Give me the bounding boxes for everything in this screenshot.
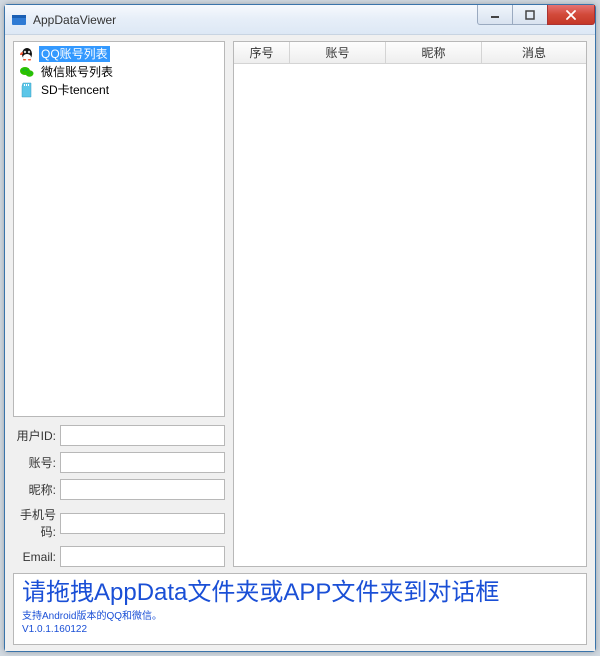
phone-input[interactable] — [60, 513, 225, 534]
titlebar[interactable]: AppDataViewer — [5, 5, 595, 35]
list-header: 序号 账号 昵称 消息 — [234, 42, 586, 64]
field-row-account: 账号: — [13, 452, 225, 473]
drop-instruction: 请拖拽AppData文件夹或APP文件夹到对话框 — [22, 576, 578, 610]
nickname-input[interactable] — [60, 479, 225, 500]
detail-fields: 用户ID: 账号: 昵称: 手机号码: — [13, 423, 225, 567]
field-row-phone: 手机号码: — [13, 506, 225, 540]
userid-input[interactable] — [60, 425, 225, 446]
account-list[interactable]: 序号 账号 昵称 消息 — [233, 41, 587, 567]
field-label: 昵称: — [13, 481, 56, 498]
field-label: 手机号码: — [13, 506, 56, 540]
drop-support-text: 支持Android版本的QQ和微信。 — [22, 610, 578, 623]
app-window: AppDataViewer QQ账号列表 — [4, 4, 596, 652]
field-label: Email: — [13, 550, 56, 564]
close-button[interactable] — [547, 5, 595, 25]
sdcard-icon — [19, 82, 35, 98]
wechat-icon — [19, 64, 35, 80]
account-input[interactable] — [60, 452, 225, 473]
tree-item-wechat[interactable]: 微信账号列表 — [17, 63, 221, 81]
field-row-nickname: 昵称: — [13, 479, 225, 500]
tree-label: SD卡tencent — [39, 82, 111, 98]
field-row-email: Email: — [13, 546, 225, 567]
drop-version-text: V1.0.1.160122 — [22, 623, 578, 636]
window-controls — [478, 5, 595, 25]
account-tree[interactable]: QQ账号列表 微信账号列表 SD卡tencent — [13, 41, 225, 417]
left-column: QQ账号列表 微信账号列表 SD卡tencent — [13, 41, 225, 567]
qq-icon — [19, 46, 35, 62]
field-label: 账号: — [13, 454, 56, 471]
field-label: 用户ID: — [13, 427, 56, 444]
minimize-button[interactable] — [477, 5, 513, 25]
window-title: AppDataViewer — [33, 13, 478, 27]
email-input[interactable] — [60, 546, 225, 567]
work-area: QQ账号列表 微信账号列表 SD卡tencent — [13, 41, 587, 567]
field-row-userid: 用户ID: — [13, 425, 225, 446]
list-body[interactable] — [234, 64, 586, 566]
tree-item-qq[interactable]: QQ账号列表 — [17, 45, 221, 63]
col-message[interactable]: 消息 — [482, 42, 586, 63]
col-nickname[interactable]: 昵称 — [386, 42, 482, 63]
col-account[interactable]: 账号 — [290, 42, 386, 63]
tree-label: 微信账号列表 — [39, 64, 115, 80]
tree-item-sdcard[interactable]: SD卡tencent — [17, 81, 221, 99]
col-index[interactable]: 序号 — [234, 42, 290, 63]
maximize-button[interactable] — [512, 5, 548, 25]
drop-zone[interactable]: 请拖拽AppData文件夹或APP文件夹到对话框 支持Android版本的QQ和… — [13, 573, 587, 645]
client-area: QQ账号列表 微信账号列表 SD卡tencent — [5, 35, 595, 651]
tree-label: QQ账号列表 — [39, 46, 110, 62]
app-icon — [11, 12, 27, 28]
